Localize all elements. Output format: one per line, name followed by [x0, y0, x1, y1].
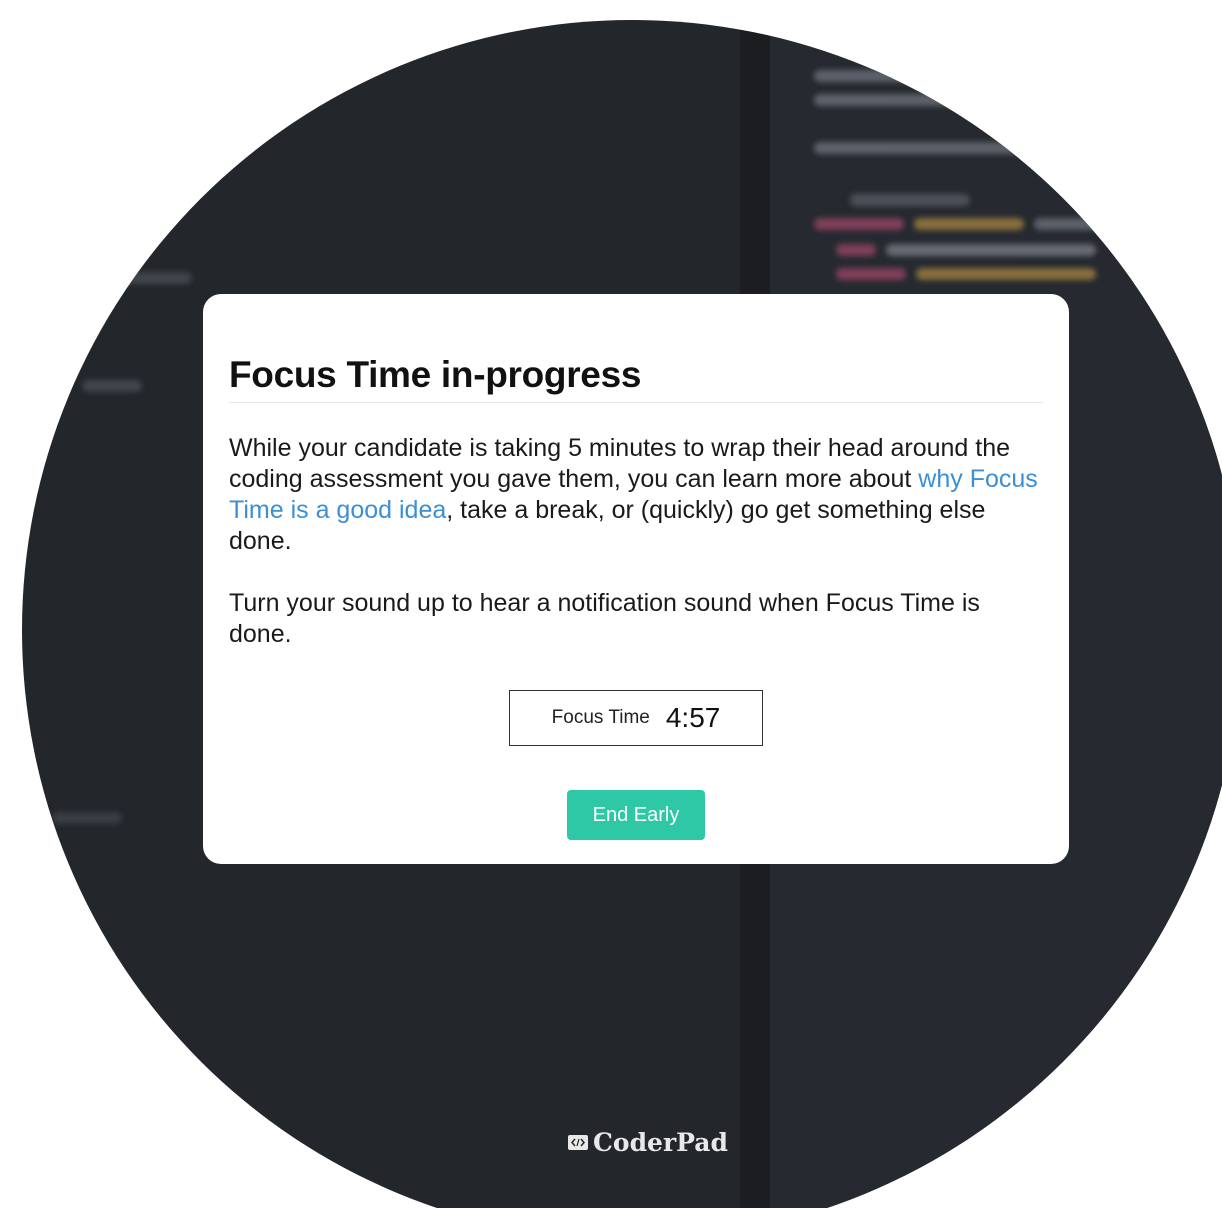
coderpad-brand: CoderPad	[568, 1128, 728, 1157]
brand-name: CoderPad	[593, 1128, 728, 1157]
blurred-text-line	[814, 94, 994, 106]
blurred-code-line	[1034, 218, 1114, 230]
blurred-code-line	[850, 194, 970, 206]
screenshot-stage: Focus Time in-progress While your candid…	[0, 0, 1222, 1208]
blurred-code-line	[52, 812, 122, 824]
blurred-code-line	[814, 218, 904, 230]
blurred-code-line	[886, 244, 1096, 256]
blurred-code-line	[916, 268, 1096, 280]
timer-label: Focus Time	[551, 707, 650, 728]
description-text-start: While your candidate is taking 5 minutes…	[229, 434, 1011, 493]
coderpad-logo-icon	[568, 1135, 588, 1150]
blurred-text-line	[814, 142, 1024, 154]
blurred-code-line	[914, 218, 1024, 230]
blurred-code-line	[122, 272, 192, 284]
blurred-text-line	[814, 70, 964, 82]
focus-timer: Focus Time 4:57	[509, 690, 763, 746]
blurred-code-line	[836, 268, 906, 280]
focus-time-modal: Focus Time in-progress While your candid…	[203, 294, 1069, 864]
sound-notice: Turn your sound up to hear a notificatio…	[229, 589, 980, 648]
title-divider	[229, 402, 1043, 403]
blurred-code-line	[82, 380, 142, 392]
timer-container: Focus Time 4:57	[229, 690, 1043, 746]
modal-description: While your candidate is taking 5 minutes…	[229, 433, 1043, 557]
end-early-button[interactable]: End Early	[567, 790, 705, 840]
button-container: End Early	[229, 790, 1043, 840]
timer-countdown: 4:57	[665, 702, 721, 733]
modal-title: Focus Time in-progress	[229, 354, 642, 395]
blurred-code-line	[836, 244, 876, 256]
